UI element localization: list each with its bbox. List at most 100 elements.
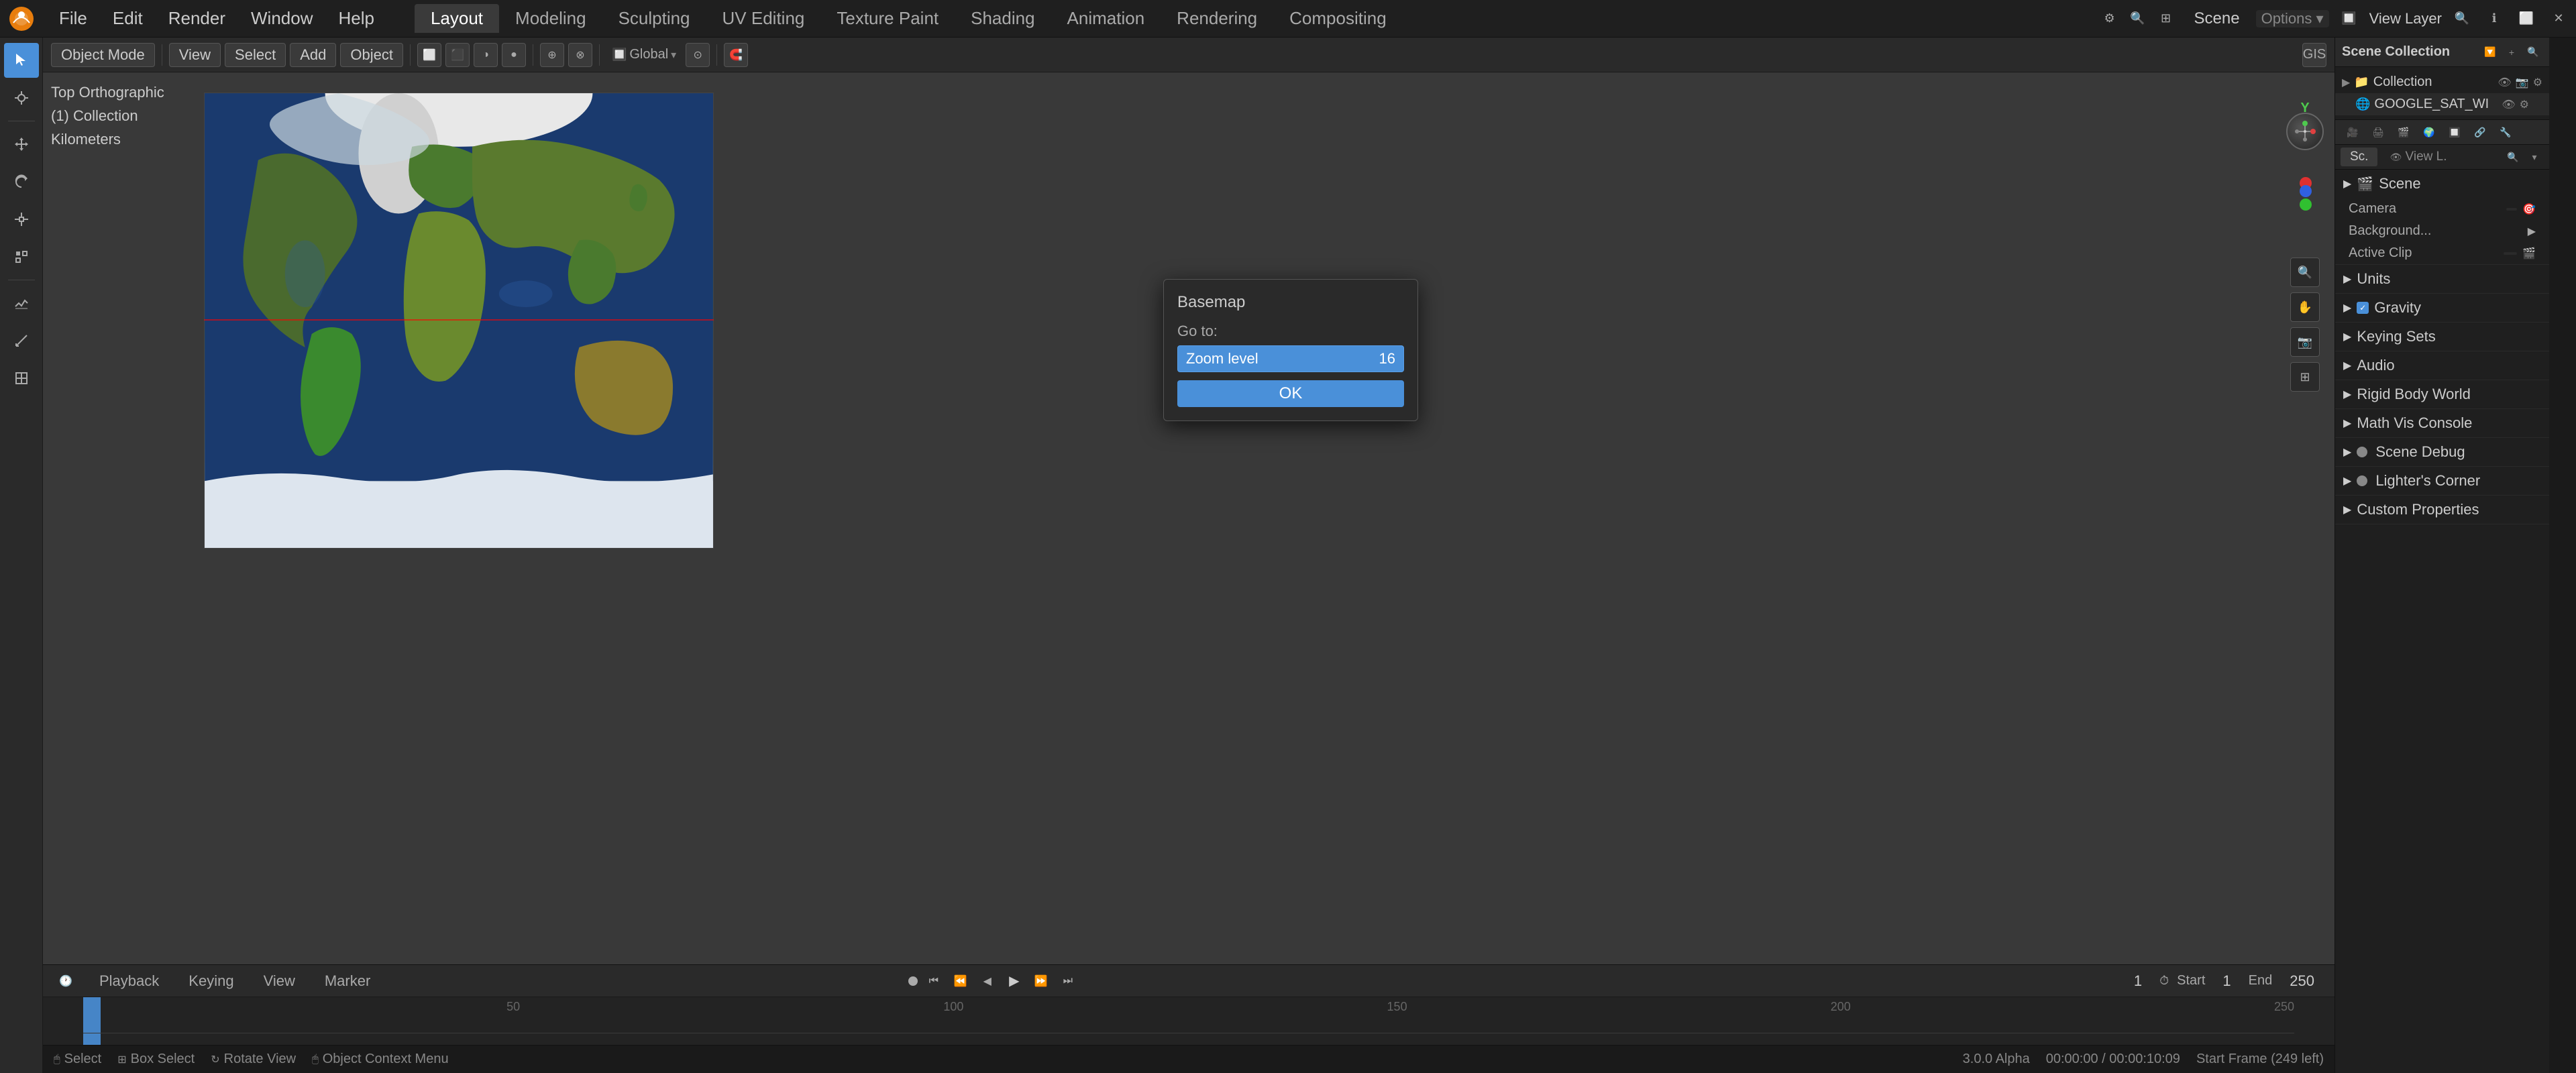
subtab-scene[interactable]: Sc. [2341,148,2377,166]
search-collection-icon[interactable]: 🔍 [2524,43,2542,62]
eye-icon-root[interactable]: 👁 [2498,76,2511,89]
playback-menu[interactable]: Playback [91,970,167,993]
scene-debug-header[interactable]: ▶ Scene Debug [2335,438,2549,466]
props-search-icon[interactable]: 🔍 [2504,148,2522,166]
wireframe-btn[interactable]: ⬜ [417,43,441,67]
subtab-view-layer[interactable]: 👁 View L. [2380,148,2456,166]
props-modifier-icon[interactable]: 🔧 [2493,121,2518,143]
timeline-type-icon[interactable]: 🕐 [54,969,78,993]
menu-window[interactable]: Window [239,4,325,33]
play-btn[interactable]: ▶ [1004,970,1025,992]
audio-section-header[interactable]: ▶ Audio [2335,351,2549,380]
menu-render[interactable]: Render [156,4,237,33]
rendered-btn[interactable]: ● [502,43,526,67]
active-clip-icon[interactable]: 🎬 [2522,247,2536,260]
props-scene-icon[interactable]: 🎬 [2392,121,2416,143]
tab-animation[interactable]: Animation [1051,4,1161,33]
solid-btn[interactable]: ⬛ [445,43,470,67]
search-icon[interactable]: 🔍 [2450,7,2474,31]
object-mode-dropdown[interactable]: Object Mode [51,43,155,67]
navigation-gizmo[interactable]: Y [2286,113,2324,150]
tool-select-cursor[interactable] [4,43,39,78]
tool-cursor[interactable] [4,80,39,115]
new-collection-icon[interactable]: + [2502,43,2521,62]
props-output-icon[interactable]: 🖨 [2366,121,2390,143]
start-frame-input[interactable]: 1 [2213,970,2240,993]
select-menu[interactable]: Select [225,43,286,67]
view-menu-timeline[interactable]: View [256,970,303,993]
maximize-icon[interactable]: ⬜ [2514,7,2538,31]
topbar-icon-1[interactable]: ⚙ [2098,7,2122,31]
zoom-level-input[interactable]: Zoom level 16 [1177,345,1404,372]
props-object-icon[interactable]: 🔲 [2443,121,2467,143]
gizmo-toggle[interactable]: ⊗ [568,43,592,67]
view-menu[interactable]: View [169,43,221,67]
camera-icon-sat[interactable]: ⚙ [2520,98,2529,111]
gis-btn[interactable]: GIS [2302,43,2326,67]
zoom-in-btn[interactable]: 🔍 [2290,258,2320,287]
math-vis-header[interactable]: ▶ Math Vis Console [2335,409,2549,437]
tool-annotate[interactable] [4,286,39,321]
menu-help[interactable]: Help [326,4,386,33]
proportional-edit[interactable]: ⊙ [686,43,710,67]
menu-file[interactable]: File [47,4,99,33]
menu-edit[interactable]: Edit [101,4,155,33]
snap-toggle[interactable]: 🧲 [724,43,748,67]
object-menu[interactable]: Object [340,43,403,67]
gravity-checkbox[interactable]: ✓ [2357,302,2369,314]
transform-pivot[interactable]: Global [629,47,668,62]
camera-pick-icon[interactable]: 🎯 [2522,203,2536,216]
next-frame-btn[interactable]: ⏩ [1030,970,1052,992]
camera-view-btn[interactable]: 📷 [2290,327,2320,357]
end-frame-input[interactable]: 250 [2280,970,2324,993]
tool-transform[interactable] [4,239,39,274]
keying-sets-header[interactable]: ▶ Keying Sets [2335,323,2549,351]
render-icon-root[interactable]: ⚙ [2533,76,2542,89]
pan-btn[interactable]: ✋ [2290,292,2320,322]
tab-uv-editing[interactable]: UV Editing [706,4,821,33]
grid-btn[interactable]: ⊞ [2290,362,2320,392]
props-world-icon[interactable]: 🌍 [2417,121,2441,143]
tab-modeling[interactable]: Modeling [499,4,602,33]
jump-start-btn[interactable]: ⏮ [923,970,945,992]
tab-compositing[interactable]: Compositing [1273,4,1403,33]
3d-viewport[interactable]: Top Orthographic (1) Collection Kilomete… [43,72,2334,964]
reverse-play-btn[interactable]: ◀ [977,970,998,992]
tool-move[interactable] [4,127,39,162]
tab-layout[interactable]: Layout [415,4,499,33]
google-sat-item[interactable]: 🌐 GOOGLE_SAT_WI 👁 ⚙ [2335,93,2549,115]
view-layer-icon[interactable]: 🔲 [2337,7,2361,31]
custom-props-header[interactable]: ▶ Custom Properties [2335,496,2549,524]
units-section-header[interactable]: ▶ Units [2335,265,2549,293]
topbar-icon-3[interactable]: ⊞ [2154,7,2178,31]
eye-icon-sat[interactable]: 👁 [2502,98,2515,111]
tab-texture-paint[interactable]: Texture Paint [820,4,955,33]
topbar-icon-2[interactable]: 🔍 [2126,7,2150,31]
filter-icon[interactable]: 🔽 [2481,43,2500,62]
options-btn[interactable]: Options ▾ [2256,10,2329,27]
tool-measure[interactable] [4,323,39,358]
dialog-ok-button[interactable]: OK [1177,380,1404,407]
current-frame-display[interactable]: 1 [2125,970,2151,993]
tool-add-object[interactable] [4,361,39,396]
tab-shading[interactable]: Shading [955,4,1051,33]
scene-section-header[interactable]: ▶ 🎬 Scene [2335,170,2549,198]
rigid-body-header[interactable]: ▶ Rigid Body World [2335,380,2549,408]
gravity-section-header[interactable]: ▶ ✓ Gravity [2335,294,2549,322]
marker-menu[interactable]: Marker [317,970,378,993]
props-options-icon[interactable]: ▾ [2525,148,2544,166]
background-expand-icon[interactable]: ▶ [2528,225,2536,238]
overlay-toggle[interactable]: ⊕ [540,43,564,67]
prev-frame-btn[interactable]: ⏪ [950,970,971,992]
tab-sculpting[interactable]: Sculpting [602,4,706,33]
props-constraint-icon[interactable]: 🔗 [2468,121,2492,143]
camera-icon-root[interactable]: 📷 [2516,76,2529,89]
info-icon[interactable]: ℹ [2482,7,2506,31]
tool-rotate[interactable] [4,164,39,199]
jump-end-btn[interactable]: ⏭ [1057,970,1079,992]
scene-collection-root[interactable]: ▶ 📁 Collection 👁 📷 ⚙ [2335,71,2549,93]
tab-rendering[interactable]: Rendering [1161,4,1273,33]
close-icon[interactable]: ✕ [2546,7,2571,31]
props-render-icon[interactable]: 🎥 [2341,121,2365,143]
tool-scale[interactable] [4,202,39,237]
